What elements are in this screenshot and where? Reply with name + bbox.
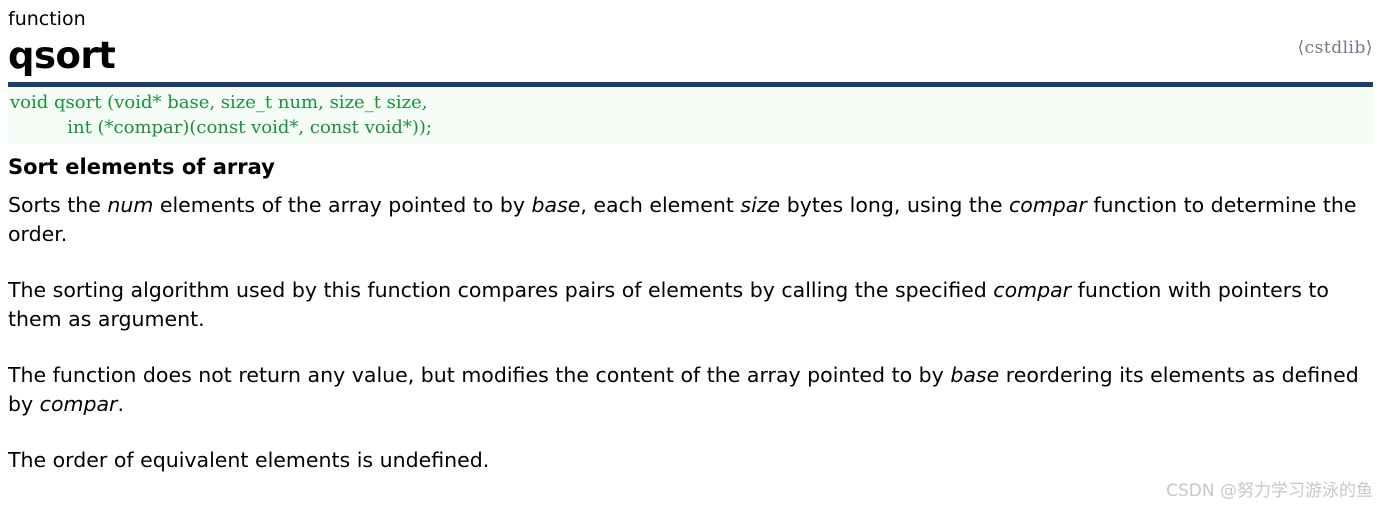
text-run: The order of equivalent elements is unde… — [8, 448, 490, 472]
function-signature-block: void qsort (void* base, size_t num, size… — [8, 87, 1373, 144]
reference-page: function qsort ⟨cstdlib⟩ void qsort (voi… — [0, 0, 1395, 510]
description-paragraph: Sorts the num elements of the array poin… — [8, 191, 1383, 249]
signature-line-1: void qsort (void* base, size_t num, size… — [8, 90, 1373, 115]
description-paragraph: The sorting algorithm used by this funct… — [8, 276, 1383, 334]
text-run: The function does not return any value, … — [8, 363, 951, 387]
watermark: CSDN @努力学习游泳的鱼 — [1166, 481, 1373, 501]
signature-line-2-indent — [10, 117, 67, 138]
text-run: . — [117, 392, 124, 416]
parameter-name: compar — [1009, 193, 1087, 217]
signature-line-1-params: (void* base, size_t num, size_t size, — [107, 92, 428, 113]
section-heading: Sort elements of array — [8, 155, 275, 179]
description-content: Sort elements of array Sorts the num ele… — [0, 153, 1395, 475]
parameter-name: num — [107, 193, 154, 217]
text-run: Sorts the — [8, 193, 108, 217]
text-run: The sorting algorithm used by this funct… — [8, 278, 994, 302]
entity-kind-label: function — [8, 8, 86, 30]
parameter-name: compar — [39, 392, 118, 416]
page-header: function qsort ⟨cstdlib⟩ — [0, 0, 1395, 78]
include-header-label: ⟨cstdlib⟩ — [1297, 38, 1373, 58]
parameter-name: compar — [993, 278, 1072, 302]
signature-line-2-params: int (*compar)(const void*, const void*))… — [67, 117, 432, 138]
parameter-name: base — [950, 363, 1000, 387]
parameter-name: base — [531, 193, 581, 217]
text-run: , each element — [580, 193, 741, 217]
text-run: bytes long, using the — [780, 193, 1010, 217]
description-paragraph: The function does not return any value, … — [8, 361, 1383, 419]
description-paragraph: The order of equivalent elements is unde… — [8, 446, 1383, 475]
text-run: elements of the array pointed to by — [153, 193, 532, 217]
signature-line-2: int (*compar)(const void*, const void*))… — [8, 115, 1373, 140]
parameter-name: size — [740, 193, 781, 217]
signature-line-1-name: void qsort — [10, 92, 108, 113]
page-title: qsort — [8, 34, 116, 77]
